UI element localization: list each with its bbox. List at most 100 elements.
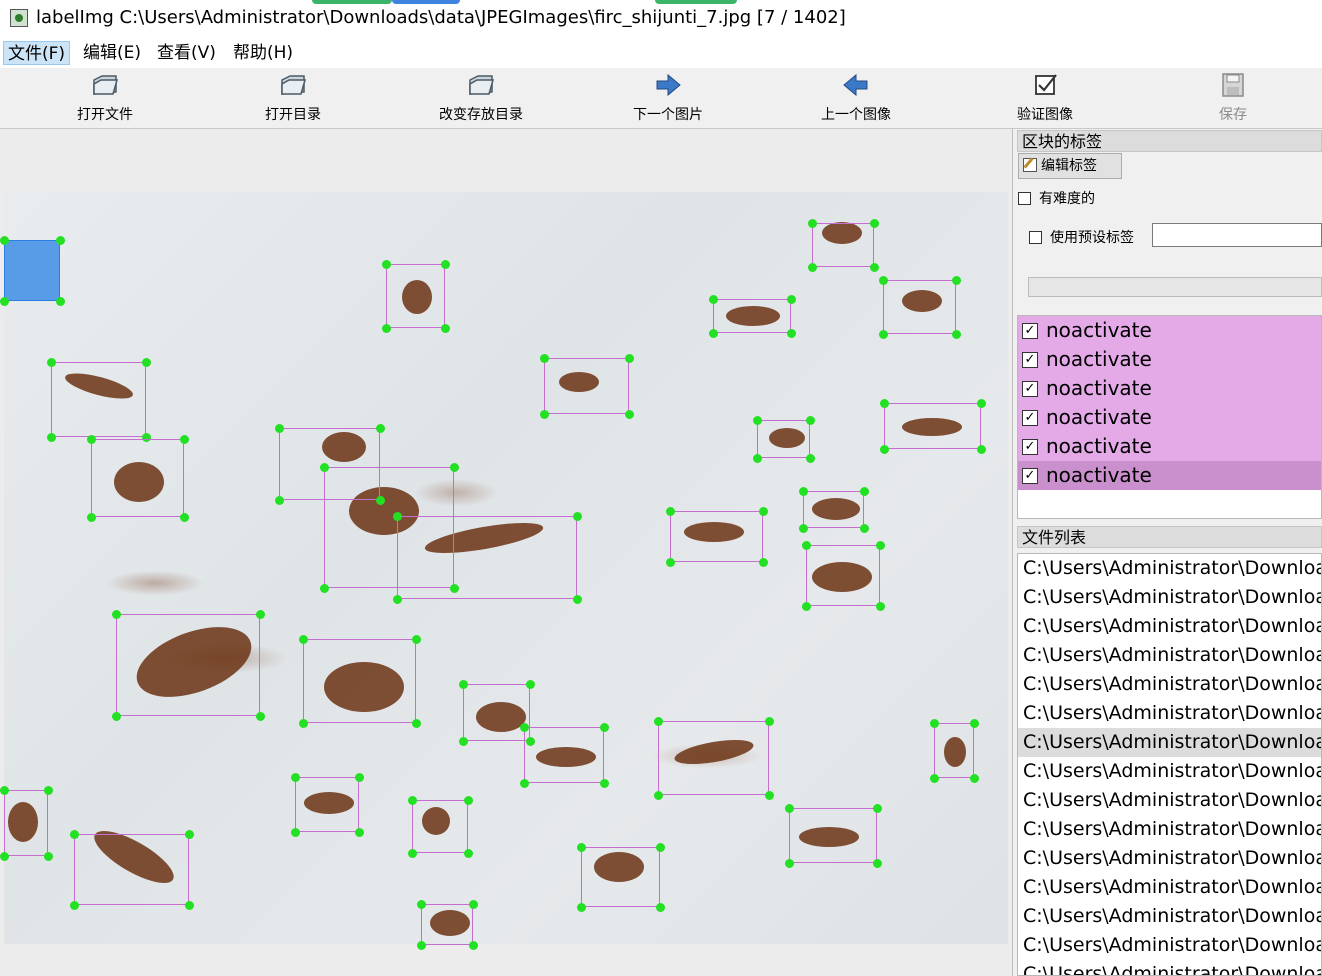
box-corner-handle[interactable] (291, 828, 300, 837)
label-list-item[interactable]: ✓ noactivate (1018, 461, 1321, 490)
box-corner-handle[interactable] (520, 779, 529, 788)
box-corner-handle[interactable] (930, 774, 939, 783)
file-list-item[interactable]: C:\Users\Administrator\Downloads\data\JP… (1018, 902, 1321, 931)
box-corner-handle[interactable] (709, 295, 718, 304)
box-corner-handle[interactable] (880, 399, 889, 408)
box-corner-handle[interactable] (799, 524, 808, 533)
box-corner-handle[interactable] (759, 507, 768, 516)
menu-view[interactable]: 查看(V) (153, 41, 220, 65)
box-corner-handle[interactable] (880, 445, 889, 454)
bounding-box[interactable] (295, 777, 359, 832)
file-list-item[interactable]: C:\Users\Administrator\Downloads\data\JP… (1018, 815, 1321, 844)
box-corner-handle[interactable] (879, 330, 888, 339)
use-default-label-checkbox[interactable] (1029, 231, 1042, 244)
bounding-box[interactable] (91, 439, 184, 517)
box-corner-handle[interactable] (408, 849, 417, 858)
file-list-item[interactable]: C:\Users\Administrator\Downloads\data\JP… (1018, 670, 1321, 699)
open-file-button[interactable]: 打开文件 (45, 68, 165, 128)
bounding-box[interactable] (4, 240, 60, 301)
file-list-item[interactable]: C:\Users\Administrator\Downloads\data\JP… (1018, 554, 1321, 583)
box-corner-handle[interactable] (785, 859, 794, 868)
box-corner-handle[interactable] (873, 804, 882, 813)
box-corner-handle[interactable] (787, 329, 796, 338)
bounding-box[interactable] (544, 358, 629, 414)
file-list-item[interactable]: C:\Users\Administrator\Downloads\data\JP… (1018, 931, 1321, 960)
label-checkbox[interactable]: ✓ (1022, 352, 1038, 368)
box-corner-handle[interactable] (355, 828, 364, 837)
box-corner-handle[interactable] (577, 903, 586, 912)
next-image-button[interactable]: 下一个图片 (608, 68, 728, 128)
label-checkbox[interactable]: ✓ (1022, 323, 1038, 339)
box-corner-handle[interactable] (808, 263, 817, 272)
box-corner-handle[interactable] (412, 719, 421, 728)
box-corner-handle[interactable] (320, 463, 329, 472)
image-canvas[interactable] (0, 129, 1013, 976)
box-corner-handle[interactable] (654, 791, 663, 800)
box-corner-handle[interactable] (44, 852, 53, 861)
bounding-box[interactable] (658, 721, 769, 795)
box-corner-handle[interactable] (408, 796, 417, 805)
bounding-box[interactable] (386, 264, 445, 328)
box-corner-handle[interactable] (180, 435, 189, 444)
bounding-box[interactable] (789, 808, 877, 863)
box-corner-handle[interactable] (70, 901, 79, 910)
box-corner-handle[interactable] (47, 433, 56, 442)
label-list-item[interactable]: ✓ noactivate (1018, 345, 1321, 374)
default-label-input[interactable] (1152, 223, 1322, 247)
bounding-box[interactable] (51, 362, 146, 437)
file-list[interactable]: C:\Users\Administrator\Downloads\data\JP… (1017, 553, 1322, 976)
box-corner-handle[interactable] (806, 416, 815, 425)
label-list-item[interactable]: ✓ noactivate (1018, 432, 1321, 461)
bounding-box[interactable] (412, 800, 468, 853)
bounding-box[interactable] (884, 403, 981, 449)
label-list-item[interactable]: ✓ noactivate (1018, 374, 1321, 403)
box-corner-handle[interactable] (112, 712, 121, 721)
file-list-item[interactable]: C:\Users\Administrator\Downloads\data\JP… (1018, 960, 1321, 975)
box-corner-handle[interactable] (870, 263, 879, 272)
box-corner-handle[interactable] (808, 219, 817, 228)
box-corner-handle[interactable] (112, 610, 121, 619)
box-corner-handle[interactable] (625, 410, 634, 419)
box-corner-handle[interactable] (47, 358, 56, 367)
box-corner-handle[interactable] (753, 416, 762, 425)
label-list-item[interactable]: ✓ noactivate (1018, 316, 1321, 345)
box-corner-handle[interactable] (952, 330, 961, 339)
box-corner-handle[interactable] (625, 354, 634, 363)
menu-help[interactable]: 帮助(H) (229, 41, 297, 65)
label-checkbox[interactable]: ✓ (1022, 410, 1038, 426)
bounding-box[interactable] (421, 904, 473, 945)
box-corner-handle[interactable] (666, 558, 675, 567)
box-corner-handle[interactable] (879, 276, 888, 285)
box-corner-handle[interactable] (56, 236, 65, 245)
box-corner-handle[interactable] (540, 410, 549, 419)
box-corner-handle[interactable] (787, 295, 796, 304)
bounding-box[interactable] (116, 614, 260, 716)
box-corner-handle[interactable] (355, 773, 364, 782)
open-dir-button[interactable]: 打开目录 (233, 68, 353, 128)
file-list-item[interactable]: C:\Users\Administrator\Downloads\data\JP… (1018, 728, 1321, 757)
box-corner-handle[interactable] (275, 496, 284, 505)
box-corner-handle[interactable] (573, 595, 582, 604)
label-checkbox[interactable]: ✓ (1022, 381, 1038, 397)
file-list-item[interactable]: C:\Users\Administrator\Downloads\data\JP… (1018, 583, 1321, 612)
box-corner-handle[interactable] (417, 900, 426, 909)
bounding-box[interactable] (812, 223, 874, 267)
box-corner-handle[interactable] (56, 297, 65, 306)
box-corner-handle[interactable] (876, 602, 885, 611)
box-corner-handle[interactable] (412, 635, 421, 644)
box-corner-handle[interactable] (441, 324, 450, 333)
box-corner-handle[interactable] (765, 717, 774, 726)
edit-label-button[interactable]: 编辑标签 (1018, 153, 1122, 179)
box-corner-handle[interactable] (291, 773, 300, 782)
box-corner-handle[interactable] (0, 786, 9, 795)
box-corner-handle[interactable] (87, 513, 96, 522)
bounding-box[interactable] (883, 280, 956, 334)
box-corner-handle[interactable] (0, 297, 9, 306)
bounding-box[interactable] (303, 639, 416, 723)
bounding-box[interactable] (713, 299, 791, 333)
difficult-checkbox-row[interactable]: 有难度的 (1018, 188, 1095, 208)
box-corner-handle[interactable] (393, 595, 402, 604)
box-corner-handle[interactable] (299, 635, 308, 644)
box-corner-handle[interactable] (952, 276, 961, 285)
box-corner-handle[interactable] (802, 541, 811, 550)
